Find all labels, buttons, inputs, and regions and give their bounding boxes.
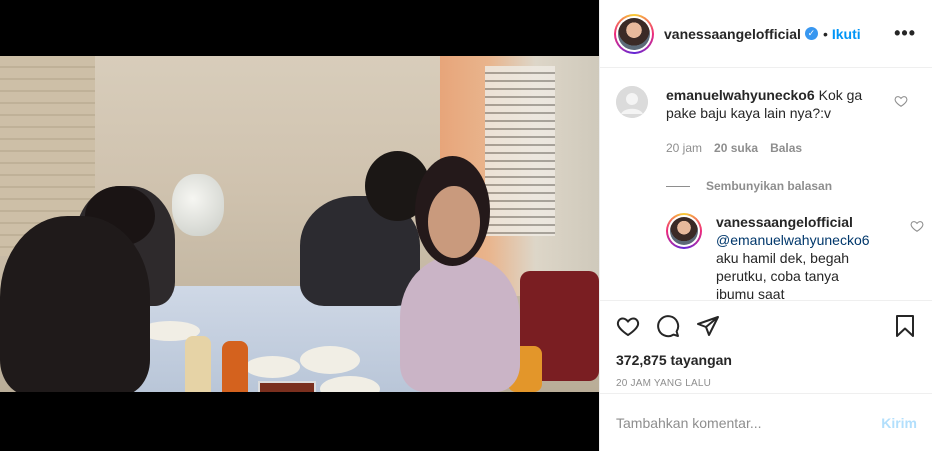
author-avatar[interactable]	[614, 13, 654, 54]
reply-button[interactable]: Balas	[770, 139, 802, 157]
commenter-avatar[interactable]	[616, 86, 648, 118]
verified-badge-icon: ✓	[804, 27, 818, 40]
more-options-icon[interactable]: •••	[894, 23, 916, 44]
comment-likes[interactable]: 20 suka	[714, 139, 758, 157]
video-scene-bottle	[185, 336, 211, 392]
video-player[interactable]	[0, 56, 599, 392]
replies-divider-line	[666, 185, 690, 187]
share-icon[interactable]	[696, 314, 720, 338]
comment-time[interactable]: 20 jam	[666, 139, 702, 157]
comment-item: emanuelwahyunecko6 Kok ga pake baju kaya …	[616, 86, 916, 157]
video-scene-water-dispenser	[172, 174, 224, 236]
comment-meta: 20 jam 20 suka Balas	[666, 139, 876, 157]
post-header: vanessaangelofficial ✓ • Ikuti •••	[600, 0, 932, 68]
post-timestamp[interactable]: 20 JAM YANG LALU	[616, 378, 917, 389]
reply-author-avatar[interactable]	[666, 213, 702, 249]
reply-body: vanessaangelofficial @emanuelwahyunecko6…	[716, 213, 876, 300]
video-scene-person-face	[428, 186, 480, 258]
reply-item: vanessaangelofficial @emanuelwahyunecko6…	[666, 213, 924, 300]
reply-author-avatar-image	[670, 217, 698, 245]
comment-input[interactable]	[616, 414, 882, 431]
reply-like-heart-icon[interactable]	[910, 219, 924, 233]
comment-like-heart-icon[interactable]	[894, 94, 908, 108]
comments-list[interactable]: emanuelwahyunecko6 Kok ga pake baju kaya …	[600, 68, 932, 300]
comment-composer: Kirim	[600, 393, 932, 451]
bookmark-icon[interactable]	[893, 314, 917, 338]
author-avatar-image	[618, 17, 650, 50]
video-scene-sauce-bottle	[222, 341, 248, 392]
author-username[interactable]: vanessaangelofficial	[664, 26, 801, 42]
video-scene-person	[400, 256, 520, 392]
video-scene-plate	[245, 356, 300, 378]
post-side-panel: vanessaangelofficial ✓ • Ikuti ••• emanu…	[599, 0, 932, 451]
post-actions: 372,875 tayangan 20 JAM YANG LALU	[600, 300, 932, 389]
reply-text: aku hamil dek, begah perutku, coba tanya…	[716, 250, 850, 300]
hide-replies-label: Sembunyikan balasan	[706, 179, 833, 193]
comment-icon[interactable]	[656, 314, 680, 338]
reply-mention[interactable]: @emanuelwahyunecko6	[716, 231, 876, 249]
hide-replies-toggle[interactable]: Sembunyikan balasan	[666, 179, 916, 193]
video-scene-food-container	[258, 381, 316, 392]
comment-username[interactable]: emanuelwahyunecko6	[666, 87, 815, 103]
comment-body: emanuelwahyunecko6 Kok ga pake baju kaya …	[666, 86, 876, 157]
view-count[interactable]: 372,875 tayangan	[616, 352, 917, 368]
video-scene-person	[0, 216, 150, 392]
heart-icon[interactable]	[616, 314, 640, 338]
follow-button[interactable]: Ikuti	[832, 26, 861, 42]
post-comment-button[interactable]: Kirim	[881, 415, 917, 431]
action-icons	[616, 313, 917, 339]
video-scene-window-blinds	[485, 66, 555, 236]
media-viewer	[0, 0, 599, 451]
default-avatar-icon	[616, 86, 648, 118]
reply-username[interactable]: vanessaangelofficial	[716, 213, 872, 231]
header-separator: •	[822, 25, 828, 42]
video-scene-plate	[300, 346, 360, 374]
